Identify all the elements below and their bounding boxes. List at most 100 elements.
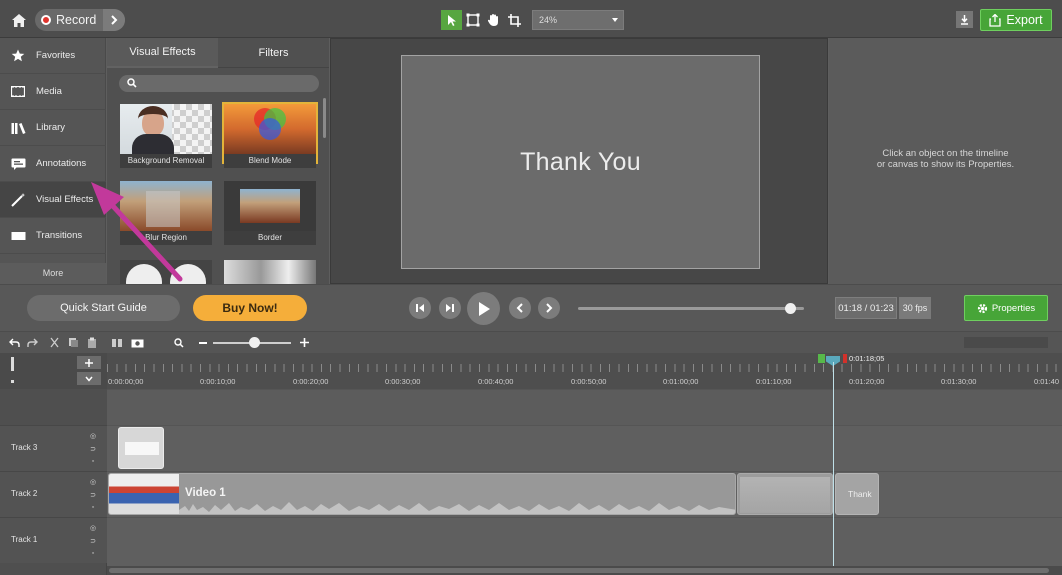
properties-hint-line1: Click an object on the timeline xyxy=(882,148,1009,159)
mute-icon[interactable]: ▫ xyxy=(92,457,94,466)
sidebar-item-library[interactable]: Library xyxy=(0,110,106,146)
track-add-area xyxy=(0,353,107,389)
panel-search-input[interactable] xyxy=(119,75,319,92)
ruler-ticks xyxy=(107,364,1062,372)
ruler-label: 0:01:20;00 xyxy=(849,377,885,386)
chevron-down-icon[interactable] xyxy=(77,372,101,385)
timeline-overview-bar[interactable] xyxy=(964,337,1048,348)
mute-icon[interactable]: ▫ xyxy=(92,503,94,512)
play-icon[interactable] xyxy=(467,292,500,325)
tab-visual-effects[interactable]: Visual Effects xyxy=(107,38,218,68)
undo-icon[interactable] xyxy=(8,336,21,349)
lock-icon[interactable]: ⊃ xyxy=(90,537,96,546)
track-3-row[interactable] xyxy=(107,425,1062,471)
pan-hand-icon[interactable] xyxy=(483,10,504,30)
wand-icon xyxy=(10,192,26,207)
effect-thumb-border[interactable]: Border xyxy=(224,181,316,245)
track-headers: Track 3 ◎ ⊃ ▫ Track 2 ◎ ⊃ ▫ Track 1 ◎ ⊃ ▫ xyxy=(0,353,107,575)
search-icon xyxy=(127,78,137,88)
step-forward-icon[interactable] xyxy=(439,297,461,319)
download-icon[interactable] xyxy=(956,11,973,28)
scrubber-track[interactable] xyxy=(578,307,804,310)
eye-icon[interactable]: ◎ xyxy=(90,432,96,441)
lock-icon[interactable]: ⊃ xyxy=(90,491,96,500)
track-controls: ◎ ⊃ ▫ xyxy=(88,478,98,512)
sidebar-item-annotations[interactable]: Annotations xyxy=(0,146,106,182)
annotation-icon xyxy=(10,157,26,171)
annotation-clip[interactable] xyxy=(118,427,164,469)
video-clip-segment[interactable] xyxy=(737,473,833,515)
timeline-scrollbar[interactable] xyxy=(107,566,1062,575)
sidebar-item-favorites[interactable]: Favorites xyxy=(0,38,106,74)
ruler-label: 0:00:00;00 xyxy=(108,377,144,386)
eye-icon[interactable]: ◎ xyxy=(90,524,96,533)
redo-icon[interactable] xyxy=(26,336,39,349)
record-button[interactable]: Record xyxy=(35,9,125,31)
effect-thumb-blend-mode[interactable]: Blend Mode xyxy=(222,102,318,168)
timeline-ruler[interactable]: 0:00:00;00 0:00:10;00 0:00:20;00 0:00:30… xyxy=(107,353,1062,389)
quick-start-guide-button[interactable]: Quick Start Guide xyxy=(27,295,180,321)
sidebar-more-button[interactable]: More xyxy=(0,263,106,284)
track-header-1[interactable]: Track 1 ◎ ⊃ ▫ xyxy=(0,517,107,563)
sidebar: Favorites Media Library Annotations Visu… xyxy=(0,38,106,284)
track-name: Track 2 xyxy=(11,489,38,498)
add-track-icon[interactable] xyxy=(77,356,101,369)
blend-mode-image xyxy=(224,104,316,154)
timeline-zoom-handle[interactable] xyxy=(249,337,260,348)
sidebar-item-transitions[interactable]: Transitions xyxy=(0,218,106,254)
mute-icon[interactable]: ▫ xyxy=(92,549,94,558)
home-icon[interactable] xyxy=(8,9,30,31)
scrubber-handle[interactable] xyxy=(784,303,796,314)
canvas-tool-group xyxy=(441,10,527,30)
snapshot-icon[interactable] xyxy=(131,336,144,349)
split-icon[interactable] xyxy=(110,336,123,349)
step-back-icon[interactable] xyxy=(409,297,431,319)
panel-scrollbar[interactable] xyxy=(323,98,326,138)
tab-filters[interactable]: Filters xyxy=(218,38,329,68)
cut-icon[interactable] xyxy=(48,336,61,349)
zoom-in-icon[interactable] xyxy=(298,336,311,349)
track-header-3[interactable]: Track 3 ◎ ⊃ ▫ xyxy=(0,425,107,471)
transition-icon xyxy=(10,229,26,243)
paste-icon[interactable] xyxy=(86,336,99,349)
crop-tool-icon[interactable] xyxy=(504,10,525,30)
ruler-label: 0:01:30;00 xyxy=(941,377,977,386)
timeline-scrollbar-thumb[interactable] xyxy=(109,568,1049,573)
track-header-2[interactable]: Track 2 ◎ ⊃ ▫ xyxy=(0,471,107,517)
top-toolbar: Record 24% Export xyxy=(0,0,1062,38)
effect-thumb-background-removal[interactable]: Background Removal xyxy=(120,104,212,168)
out-marker-icon[interactable] xyxy=(843,354,847,363)
playhead-line xyxy=(833,362,834,566)
sidebar-item-media[interactable]: Media xyxy=(0,74,106,110)
track-1-row[interactable] xyxy=(107,517,1062,566)
fps-readout[interactable]: 30 fps xyxy=(899,297,931,319)
next-icon[interactable] xyxy=(538,297,560,319)
zoom-select[interactable]: 24% xyxy=(532,10,624,30)
video-clip[interactable]: Video 1 xyxy=(108,473,736,515)
zoom-out-icon[interactable] xyxy=(196,336,209,349)
effect-thumb-partial[interactable] xyxy=(224,260,316,284)
properties-button[interactable]: Properties xyxy=(964,295,1048,321)
sidebar-item-label: Transitions xyxy=(36,230,83,241)
track-height-handle[interactable] xyxy=(11,357,15,383)
previous-icon[interactable] xyxy=(509,297,531,319)
copy-icon[interactable] xyxy=(67,336,80,349)
thank-you-clip[interactable]: Thank xyxy=(835,473,879,515)
export-button[interactable]: Export xyxy=(980,9,1052,31)
canvas-slide[interactable]: Thank You xyxy=(401,55,760,269)
effect-thumb-blur-region[interactable]: Blur Region xyxy=(120,181,212,245)
chevron-right-icon[interactable] xyxy=(103,9,125,31)
select-tool-icon[interactable] xyxy=(441,10,462,30)
lock-icon[interactable]: ⊃ xyxy=(90,445,96,454)
buy-now-button[interactable]: Buy Now! xyxy=(193,295,307,321)
in-marker-icon[interactable] xyxy=(818,354,825,363)
sidebar-item-visual-effects[interactable]: Visual Effects xyxy=(0,182,106,218)
effect-thumb-partial[interactable] xyxy=(120,260,212,284)
canvas-area[interactable]: Thank You xyxy=(330,38,828,284)
zoom-search-icon[interactable] xyxy=(172,336,185,349)
sidebar-item-label: Annotations xyxy=(36,158,87,169)
border-image xyxy=(224,181,316,231)
eye-icon[interactable]: ◎ xyxy=(90,478,96,487)
empty-track-area[interactable] xyxy=(107,389,1062,425)
transform-tool-icon[interactable] xyxy=(462,10,483,30)
